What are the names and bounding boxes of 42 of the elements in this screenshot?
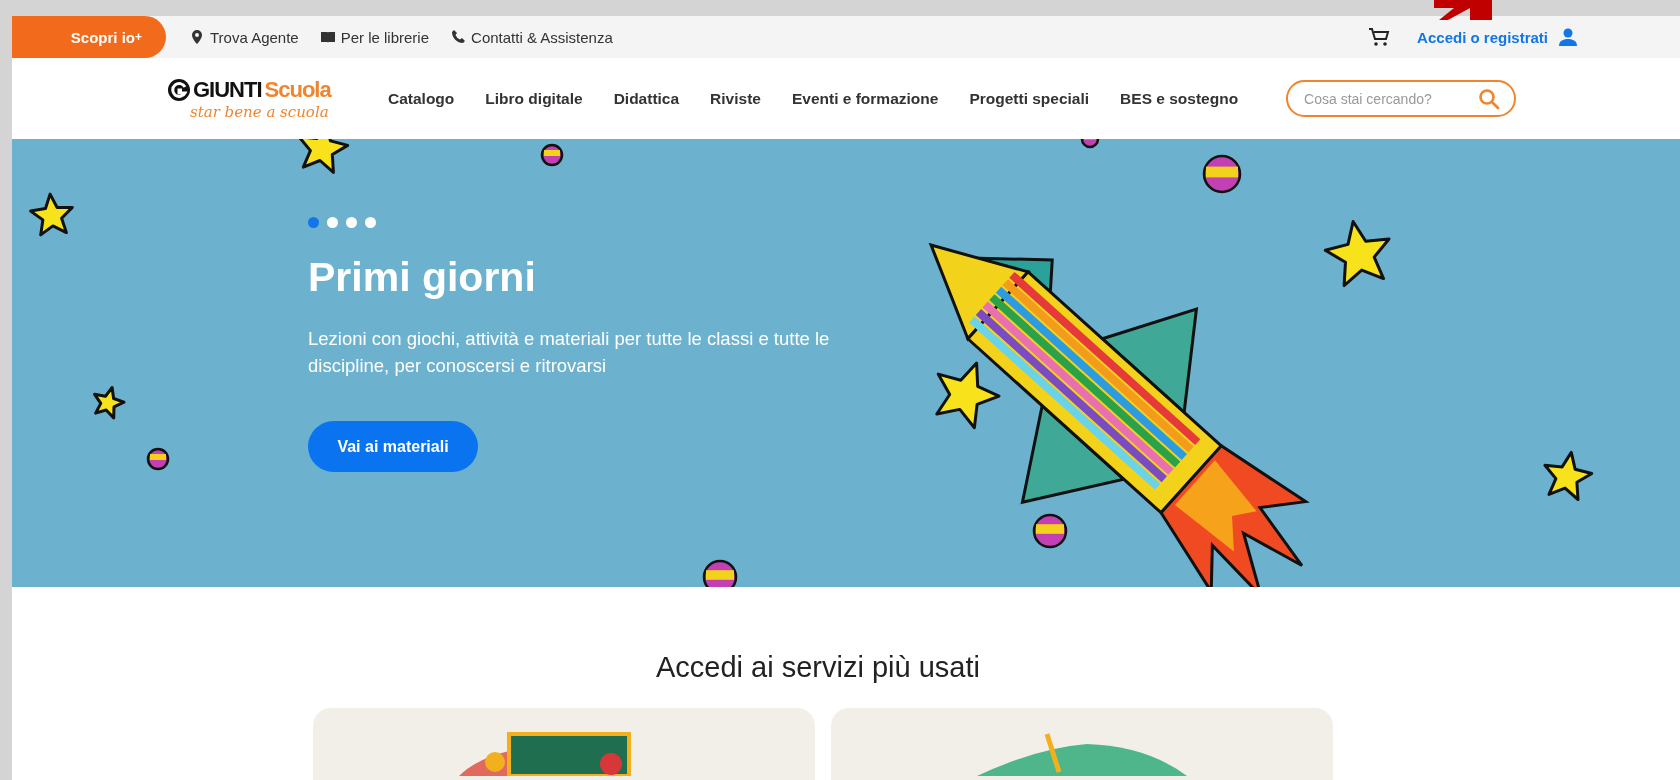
hero-title: Primi giorni [308, 254, 537, 301]
planet-icon [540, 143, 564, 167]
logo-text: Scuola [264, 76, 331, 103]
star-icon [935, 361, 1001, 430]
top-link[interactable]: Trova Agente [190, 28, 299, 46]
login-link[interactable]: Accedi o registrati [1417, 27, 1578, 47]
nav-link[interactable]: BES e sostegno [1120, 89, 1239, 108]
nav-link[interactable]: Eventi e formazione [791, 89, 939, 108]
top-link[interactable]: Contatti & Assistenza [451, 28, 613, 46]
logo-icon [168, 78, 190, 101]
carousel-dot[interactable] [327, 217, 338, 228]
star-icon [93, 386, 126, 420]
carousel-dot[interactable] [346, 217, 357, 228]
search-icon [1478, 88, 1501, 110]
planet-icon [1202, 154, 1242, 194]
nav-link[interactable]: Didattica [613, 89, 680, 108]
nav-link[interactable]: Progetti speciali [969, 89, 1090, 108]
carousel-dot[interactable] [365, 217, 376, 228]
logo-tagline: star bene a scuola [190, 102, 330, 121]
nav-link[interactable]: Catalogo [388, 89, 455, 108]
star-icon [297, 139, 350, 174]
nav-link[interactable]: Riviste [710, 89, 761, 108]
section-heading: Accedi ai servizi più usati [656, 651, 980, 684]
star-icon [29, 192, 74, 237]
hero-description: Lezioni con giochi, attività e materiali per tutte le classi e tutte le discipline, per conoscersi e ritrovarsi [308, 327, 831, 378]
planet-icon [1080, 139, 1100, 149]
cart-icon[interactable] [1367, 25, 1392, 49]
search-field[interactable]: Cosa stai cercando? [1286, 80, 1517, 117]
carousel-dot[interactable] [308, 217, 319, 228]
logo-text: GIUNTI [193, 76, 262, 103]
location-pin-icon [190, 30, 204, 44]
materials-button[interactable]: Vai ai materiali [308, 421, 478, 472]
planet-icon [1032, 513, 1068, 549]
planet-icon [146, 447, 170, 471]
star-icon [1543, 450, 1594, 501]
top-link[interactable]: Per le librerie [320, 28, 430, 46]
user-icon [1558, 27, 1578, 47]
annotation-arrow-icon [1434, 0, 1492, 20]
star-icon [1323, 220, 1391, 288]
nav-link[interactable]: Libro digitale [485, 89, 583, 108]
planet-icon [702, 559, 738, 587]
phone-icon [451, 30, 466, 44]
